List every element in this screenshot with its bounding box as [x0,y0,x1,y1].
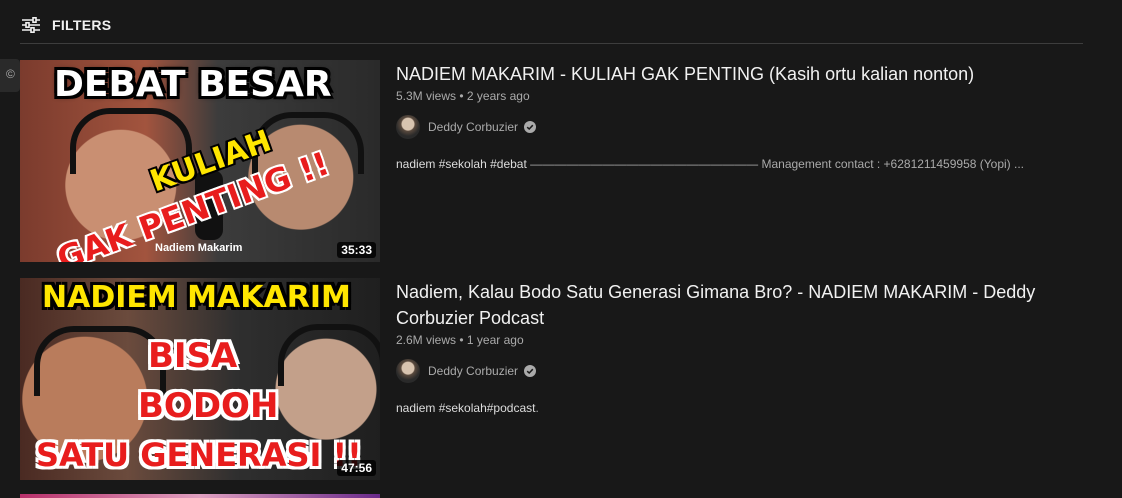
stats-separator: • [459,333,464,347]
description-text: . [535,401,539,415]
divider [20,43,1083,44]
channel-avatar[interactable] [396,359,420,383]
sliders-icon [22,17,40,33]
video-thumbnail[interactable]: DEBAT BESAR KULIAH GAK PENTING !! Nadiem… [20,60,380,262]
description-text: ——————————————————— Management contact :… [530,157,1024,171]
thumbnail-name-tag: Nadiem Makarim [155,242,243,254]
video-meta: NADIEM MAKARIM - KULIAH GAK PENTING (Kas… [396,60,1076,262]
hashtag-link[interactable]: #podcast [487,401,536,415]
channel-link[interactable]: Deddy Corbuzier [396,115,537,139]
next-video-thumbnail[interactable] [20,494,380,498]
video-title[interactable]: NADIEM MAKARIM - KULIAH GAK PENTING (Kas… [396,61,1076,87]
hashtag-link[interactable]: #sekolah [439,157,487,171]
upload-age: 2 years ago [466,89,530,103]
side-tab[interactable]: © [0,59,20,92]
video-stats: 2.6M views • 1 year ago [396,333,1076,347]
view-count: 5.3M views [396,89,457,103]
hashtag-link[interactable]: #sekolah [439,401,487,415]
thumbnail-caption: BISA [148,336,238,376]
side-tab-icon: © [6,67,15,81]
hashtag-link[interactable]: #debat [490,157,527,171]
view-count: 2.6M views [396,333,457,347]
video-title[interactable]: Nadiem, Kalau Bodo Satu Generasi Gimana … [396,279,1076,331]
video-duration: 47:56 [337,460,376,476]
thumbnail-headline: DEBAT BESAR [54,64,332,105]
channel-link[interactable]: Deddy Corbuzier [396,359,537,383]
thumbnail-caption: SATU GENERASI !! [36,436,362,474]
video-meta: Nadiem, Kalau Bodo Satu Generasi Gimana … [396,278,1076,480]
video-stats: 5.3M views • 2 years ago [396,89,1076,103]
video-result: DEBAT BESAR KULIAH GAK PENTING !! Nadiem… [20,60,1083,262]
filters-label: FILTERS [52,17,112,33]
video-result: NADIEM MAKARIM BISA BODOH SATU GENERASI … [20,278,1083,480]
thumbnail-headline: NADIEM MAKARIM [42,280,351,315]
channel-name[interactable]: Deddy Corbuzier [428,364,518,378]
stats-separator: • [459,89,464,103]
description-keyword: nadiem [396,157,436,171]
filters-button[interactable]: FILTERS [22,14,111,36]
video-thumbnail[interactable]: NADIEM MAKARIM BISA BODOH SATU GENERASI … [20,278,380,480]
verified-badge-icon [524,121,537,133]
video-description: nadiem #sekolah #debat —————————————————… [396,157,1076,171]
upload-age: 1 year ago [466,333,524,347]
channel-avatar[interactable] [396,115,420,139]
verified-badge-icon [524,365,537,377]
description-keyword: nadiem [396,401,436,415]
thumbnail-caption: BODOH [138,386,279,426]
video-duration: 35:33 [337,242,376,258]
video-description: nadiem #sekolah#podcast. [396,401,1076,415]
headphones-graphic [278,324,380,386]
channel-name[interactable]: Deddy Corbuzier [428,120,518,134]
